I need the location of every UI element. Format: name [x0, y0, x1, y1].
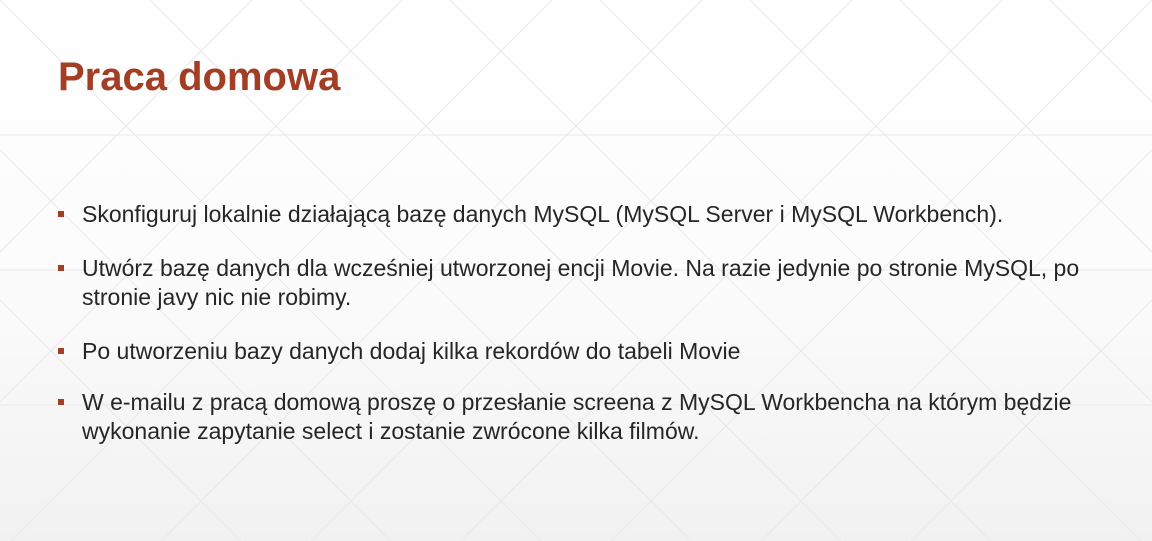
square-bullet-icon [58, 399, 64, 405]
slide: Praca domowa Skonfiguruj lokalnie działa… [0, 0, 1152, 541]
bullet-item: Skonfiguruj lokalnie działającą bazę dan… [58, 200, 1118, 229]
square-bullet-icon [58, 348, 64, 354]
bullet-text: Utwórz bazę danych dla wcześniej utworzo… [82, 255, 1080, 310]
bullet-item: Po utworzeniu bazy danych dodaj kilka re… [58, 337, 1118, 366]
square-bullet-icon [58, 211, 64, 217]
bullet-text: W e-mailu z pracą domową proszę o przesł… [82, 389, 1072, 444]
bullet-text: Skonfiguruj lokalnie działającą bazę dan… [82, 201, 1004, 227]
bullet-list: Skonfiguruj lokalnie działającą bazę dan… [58, 200, 1118, 471]
bullet-item: Utwórz bazę danych dla wcześniej utworzo… [58, 254, 1118, 312]
bullet-item: W e-mailu z pracą domową proszę o przesł… [58, 388, 1118, 446]
slide-title: Praca domowa [58, 55, 341, 99]
square-bullet-icon [58, 265, 64, 271]
bullet-text: Po utworzeniu bazy danych dodaj kilka re… [82, 338, 741, 364]
